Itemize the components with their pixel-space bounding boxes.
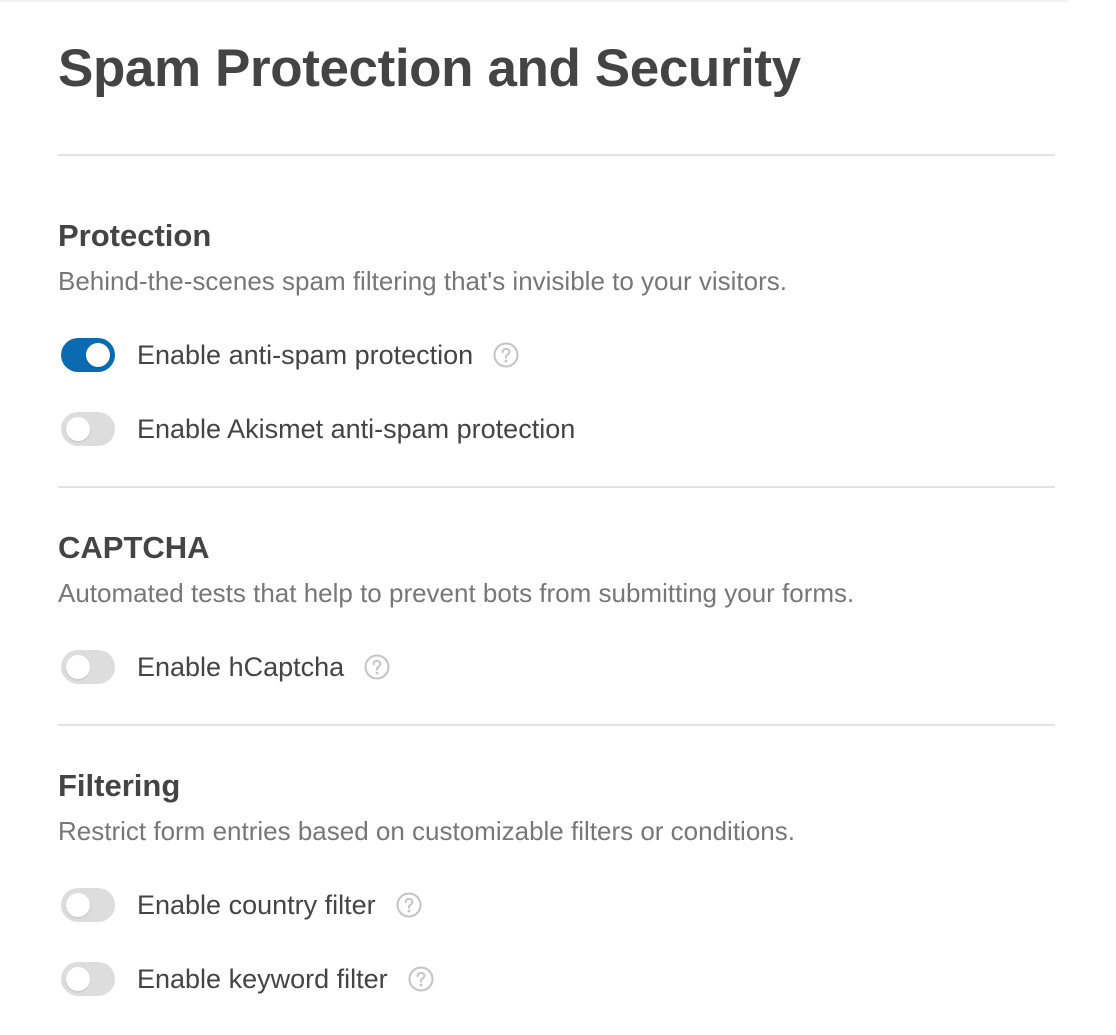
section-heading-filtering: Filtering — [58, 768, 181, 803]
toggle-row-keyword-filter: Enable keyword filter — [61, 962, 434, 996]
anti-spam-toggle[interactable] — [61, 338, 115, 372]
question-circle-icon[interactable] — [493, 342, 519, 368]
page-title: Spam Protection and Security — [58, 39, 801, 98]
section-heading-protection: Protection — [58, 218, 212, 253]
section-description-captcha: Automated tests that help to prevent bot… — [58, 578, 855, 608]
country-filter-toggle[interactable] — [61, 888, 115, 922]
section-description-filtering: Restrict form entries based on customiza… — [58, 816, 795, 846]
protection-divider — [58, 486, 1055, 488]
keyword-filter-toggle[interactable] — [61, 962, 115, 996]
toggle-knob — [66, 893, 90, 917]
toggle-row-country-filter: Enable country filter — [61, 888, 422, 922]
hcaptcha-label: Enable hCaptcha — [137, 652, 345, 682]
hcaptcha-toggle[interactable] — [61, 650, 115, 684]
captcha-divider — [58, 724, 1055, 726]
akismet-label: Enable Akismet anti-spam protection — [137, 414, 576, 444]
question-circle-icon[interactable] — [396, 892, 422, 918]
section-description-protection: Behind-the-scenes spam filtering that's … — [58, 266, 787, 296]
section-heading-captcha: CAPTCHA — [58, 530, 210, 565]
anti-spam-label: Enable anti-spam protection — [137, 340, 474, 370]
country-filter-label: Enable country filter — [137, 890, 376, 920]
top-edge-line — [0, 0, 1068, 2]
toggle-knob — [66, 655, 90, 679]
toggle-knob — [66, 417, 90, 441]
toggle-knob — [66, 967, 90, 991]
keyword-filter-label: Enable keyword filter — [137, 964, 388, 994]
toggle-knob — [86, 343, 110, 367]
question-circle-icon[interactable] — [408, 966, 434, 992]
question-circle-icon[interactable] — [364, 654, 390, 680]
title-divider — [58, 154, 1055, 156]
toggle-row-anti-spam: Enable anti-spam protection — [61, 338, 519, 372]
toggle-row-akismet: Enable Akismet anti-spam protection — [61, 412, 575, 446]
akismet-toggle[interactable] — [61, 412, 115, 446]
toggle-row-hcaptcha: Enable hCaptcha — [61, 650, 390, 684]
